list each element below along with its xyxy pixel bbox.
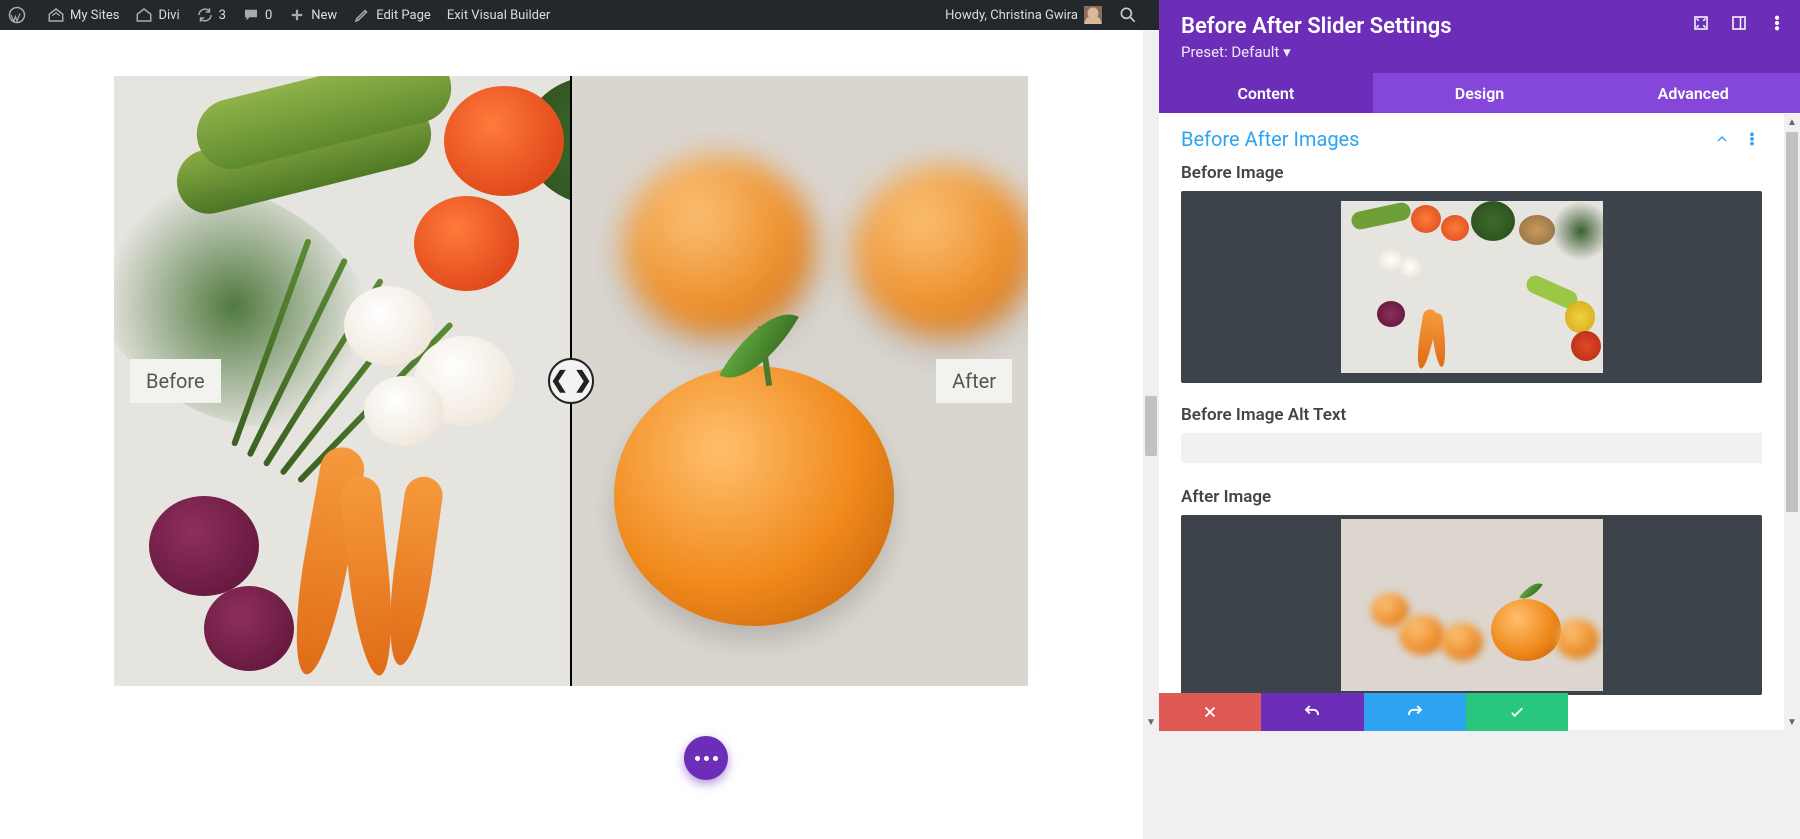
section-menu-button[interactable] — [1742, 129, 1762, 149]
panel-scrollbar[interactable]: ▲ ▼ — [1784, 114, 1800, 730]
my-sites-menu[interactable]: My Sites — [39, 0, 127, 30]
redo-icon — [1406, 703, 1424, 721]
home-icon — [135, 6, 153, 24]
close-icon — [1201, 703, 1219, 721]
canvas-area: ❮ ❯ Before After — [0, 30, 1143, 839]
edit-page-label: Edit Page — [376, 8, 431, 23]
before-alt-field-label: Before Image Alt Text — [1181, 405, 1762, 425]
admin-bar-left: My Sites Divi 3 0 New Edit Page Exit Vis… — [0, 0, 937, 30]
admin-bar-right: Howdy, Christina Gwira — [937, 0, 1159, 30]
chevron-left-icon: ❮ — [550, 370, 568, 392]
after-image-thumbnail — [1341, 519, 1603, 691]
section-header-images[interactable]: Before After Images — [1181, 127, 1762, 151]
panel-tabs: Content Design Advanced — [1159, 73, 1800, 113]
before-label: Before — [130, 359, 221, 403]
before-alt-text-input[interactable] — [1181, 433, 1762, 463]
tab-design[interactable]: Design — [1373, 73, 1587, 113]
panel-action-bar — [1159, 693, 1568, 731]
panel-title: Before After Slider Settings — [1181, 14, 1778, 39]
section-collapse-button[interactable] — [1712, 129, 1732, 149]
avatar — [1084, 6, 1102, 24]
exit-vb-label: Exit Visual Builder — [447, 8, 550, 23]
undo-button[interactable] — [1261, 693, 1363, 731]
snap-panel-button[interactable] — [1730, 14, 1748, 32]
panel-header: Before After Slider Settings Preset: Def… — [1159, 0, 1800, 73]
panel-scroll-thumb[interactable] — [1786, 132, 1798, 512]
wp-logo-menu[interactable] — [0, 0, 39, 30]
panel-menu-button[interactable] — [1768, 14, 1786, 32]
redo-button[interactable] — [1364, 693, 1466, 731]
howdy-menu[interactable]: Howdy, Christina Gwira — [937, 0, 1110, 30]
divi-fab-button[interactable] — [684, 736, 728, 780]
preset-dropdown[interactable]: Preset: Default ▾ — [1181, 43, 1778, 61]
wp-admin-bar: My Sites Divi 3 0 New Edit Page Exit Vis… — [0, 0, 1159, 30]
wordpress-icon — [8, 6, 26, 24]
multisite-icon — [47, 6, 65, 24]
panel-body: Before After Images Before Image — [1159, 113, 1800, 730]
slider-handle[interactable]: ❮ ❯ — [548, 358, 594, 404]
main-vertical-scrollbar[interactable]: ▲ ▼ — [1143, 0, 1159, 730]
panel-header-icons — [1692, 14, 1786, 32]
new-label: New — [311, 8, 337, 23]
site-name-menu[interactable]: Divi — [127, 0, 187, 30]
comment-icon — [242, 6, 260, 24]
scroll-track[interactable] — [1143, 16, 1159, 714]
before-image-picker[interactable] — [1181, 191, 1762, 383]
expand-icon — [1692, 14, 1710, 32]
chevron-right-icon: ❯ — [574, 370, 592, 392]
section-title: Before After Images — [1181, 127, 1702, 151]
plus-icon — [288, 6, 306, 24]
updates-icon — [196, 6, 214, 24]
cancel-button[interactable] — [1159, 693, 1261, 731]
dots-horizontal-icon — [695, 756, 718, 761]
search-icon — [1118, 5, 1138, 25]
scroll-thumb[interactable] — [1145, 396, 1157, 456]
before-after-slider-module[interactable]: ❮ ❯ Before After — [114, 76, 1028, 686]
pencil-icon — [353, 6, 371, 24]
before-image-field-label: Before Image — [1181, 163, 1762, 183]
after-image-field-label: After Image — [1181, 487, 1762, 507]
edit-page-link[interactable]: Edit Page — [345, 0, 439, 30]
slider-container: ❮ ❯ Before After — [114, 76, 1028, 686]
scroll-arrow-down-icon[interactable]: ▼ — [1143, 714, 1159, 730]
howdy-label: Howdy, Christina Gwira — [945, 8, 1078, 23]
after-label: After — [936, 359, 1012, 403]
panel-scroll-arrow-up-icon[interactable]: ▲ — [1784, 114, 1800, 130]
site-name-label: Divi — [158, 8, 179, 23]
tab-advanced[interactable]: Advanced — [1586, 73, 1800, 113]
preset-label: Preset: Default — [1181, 43, 1279, 61]
updates-menu[interactable]: 3 — [188, 0, 234, 30]
dots-vertical-icon — [1768, 14, 1786, 32]
chevron-up-icon — [1714, 131, 1730, 147]
dots-vertical-icon — [1744, 131, 1760, 147]
settings-panel: Before After Slider Settings Preset: Def… — [1159, 0, 1800, 730]
check-icon — [1508, 703, 1526, 721]
expand-panel-button[interactable] — [1692, 14, 1710, 32]
before-image-thumbnail — [1341, 201, 1603, 373]
comments-count: 0 — [265, 8, 272, 23]
undo-icon — [1303, 703, 1321, 721]
save-button[interactable] — [1466, 693, 1568, 731]
tab-content[interactable]: Content — [1159, 73, 1373, 113]
panel-scroll-arrow-down-icon[interactable]: ▼ — [1784, 714, 1800, 730]
updates-count: 3 — [219, 8, 226, 23]
caret-down-icon: ▾ — [1283, 43, 1291, 61]
new-menu[interactable]: New — [280, 0, 345, 30]
exit-visual-builder-link[interactable]: Exit Visual Builder — [439, 0, 558, 30]
admin-search-button[interactable] — [1110, 0, 1151, 30]
after-image-picker[interactable] — [1181, 515, 1762, 695]
comments-menu[interactable]: 0 — [234, 0, 280, 30]
dock-icon — [1730, 14, 1748, 32]
my-sites-label: My Sites — [70, 8, 119, 23]
